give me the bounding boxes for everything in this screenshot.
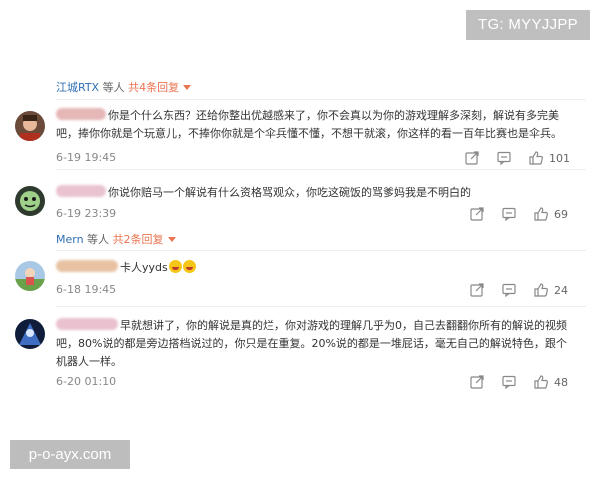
username-blurred[interactable] [56,108,106,120]
comment-icon[interactable] [501,374,517,390]
comment-text: 卡人yyds [56,259,576,277]
like-count: 24 [554,283,568,297]
comment-actions: 69 [453,206,570,222]
comment-content: 你是个什么东西？还给你整出优越感来了，你不会真以为你的游戏理解多深刻，解说有多完… [56,109,562,140]
like-count: 101 [549,151,570,165]
comment-icon[interactable] [496,150,512,166]
comment-content: 卡人yyds [120,261,168,274]
comment-time: 6-19 19:45 [56,151,117,164]
reply-summary[interactable]: 江城RTX 等人 共4条回复 [56,79,192,95]
username-blurred[interactable] [56,185,106,197]
share-icon[interactable] [464,150,480,166]
comment-time: 6-20 01:10 [56,375,117,388]
comment-icon[interactable] [501,282,517,298]
comment-actions: 24 [453,282,570,298]
reply-summary-user[interactable]: 江城RTX [56,81,99,94]
emoji-icon [168,260,182,273]
divider [56,250,586,251]
reply-count-link[interactable]: 共2条回复 [113,233,164,246]
comment-icon[interactable] [501,206,517,222]
like-icon[interactable] [533,282,549,298]
comment-text: 你是个什么东西？还给你整出优越感来了，你不会真以为你的游戏理解多深刻，解说有多完… [56,107,576,143]
share-icon[interactable] [469,374,485,390]
like-count: 69 [554,207,568,221]
like-icon[interactable] [533,374,549,390]
reply-count-link[interactable]: 共4条回复 [128,81,179,94]
like-icon[interactable] [533,206,549,222]
site-watermark: p-o-ayx.com [10,440,130,469]
tg-watermark: TG: MYYJJPP [466,10,590,40]
chevron-down-icon[interactable] [183,85,192,90]
comment-text: 你说你赔马一个解说有什么资格骂观众，你吃这碗饭的骂爹妈我是不明白的 [56,184,576,202]
like-icon[interactable] [528,150,544,166]
divider [56,99,586,100]
username-blurred[interactable] [56,260,118,272]
comment-actions: 101 [448,150,570,166]
username-blurred[interactable] [56,318,118,330]
avatar[interactable] [15,261,45,291]
comment-time: 6-18 19:45 [56,283,117,296]
avatar[interactable] [15,319,45,349]
emoji-icon [182,260,196,273]
comment-list: 江城RTX 等人 共4条回复 你是个什么东西？还给你整出优越感来了，你不会真以为… [0,62,588,402]
chevron-down-icon[interactable] [167,237,176,242]
reply-summary-user[interactable]: Mern [56,233,84,246]
reply-summary[interactable]: Mern 等人 共2条回复 [56,231,176,247]
share-icon[interactable] [469,282,485,298]
comment-time: 6-19 23:39 [56,207,117,220]
avatar[interactable] [15,186,45,216]
share-icon[interactable] [469,206,485,222]
reply-summary-text: 等人 [83,233,113,246]
divider [56,306,586,307]
comment-text: 早就想讲了，你的解说是真的烂，你对游戏的理解几乎为0，自己去翻翻你所有的解说的视… [56,317,576,371]
comment-actions: 48 [453,374,570,390]
avatar[interactable] [15,111,45,141]
comment-content: 你说你赔马一个解说有什么资格骂观众，你吃这碗饭的骂爹妈我是不明白的 [108,186,471,199]
comment-content: 早就想讲了，你的解说是真的烂，你对游戏的理解几乎为0，自己去翻翻你所有的解说的视… [56,319,567,368]
divider [56,169,586,170]
like-count: 48 [554,375,568,389]
reply-summary-text: 等人 [99,81,129,94]
